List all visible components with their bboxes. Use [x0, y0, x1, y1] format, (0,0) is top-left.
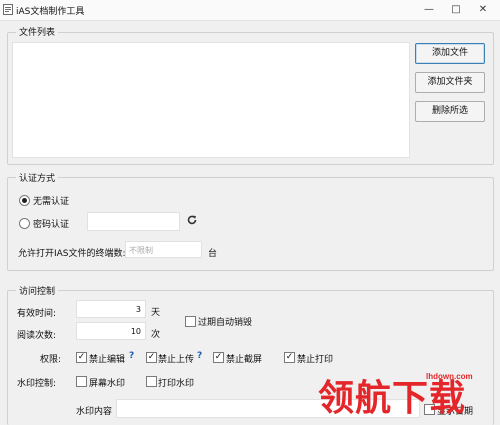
- no-upload-help-icon[interactable]: ?: [197, 351, 202, 361]
- delete-selected-button[interactable]: 删除所选: [415, 101, 485, 122]
- access-control-legend: 访问控制: [16, 284, 59, 297]
- password-input[interactable]: [87, 212, 180, 231]
- no-screenshot-label: 禁止截屏: [226, 355, 263, 365]
- password-auth-radio[interactable]: [19, 218, 30, 229]
- max-terminals-input[interactable]: 不限制: [125, 241, 202, 258]
- password-auth-label: 密码认证: [33, 220, 70, 230]
- watermark-control-label: 水印控制:: [17, 379, 57, 389]
- no-print-label: 禁止打印: [297, 355, 334, 365]
- max-terminals-unit: 台: [208, 249, 218, 259]
- refresh-icon[interactable]: [186, 214, 198, 226]
- maximize-button[interactable]: □: [445, 2, 467, 18]
- screen-watermark-checkbox[interactable]: [76, 376, 87, 387]
- max-terminals-label: 允许打开IAS文件的终端数:: [18, 249, 126, 259]
- permissions-label: 权限:: [40, 355, 62, 365]
- close-button[interactable]: ✕: [472, 2, 494, 18]
- file-list-legend: 文件列表: [16, 25, 59, 38]
- auth-legend: 认证方式: [16, 171, 59, 184]
- no-screenshot-checkbox[interactable]: ✓: [213, 352, 224, 363]
- minimize-button[interactable]: —: [418, 2, 440, 18]
- watermark-content-label: 水印内容: [76, 407, 113, 417]
- screen-watermark-label: 屏幕水印: [89, 379, 126, 389]
- no-edit-help-icon[interactable]: ?: [129, 351, 134, 361]
- no-auth-label: 无需认证: [33, 197, 70, 207]
- read-count-input[interactable]: 10: [76, 322, 146, 340]
- read-count-unit: 次: [151, 330, 161, 340]
- no-upload-label: 禁止上传: [158, 355, 195, 365]
- no-upload-checkbox[interactable]: ✓: [146, 352, 157, 363]
- valid-time-label: 有效时间:: [17, 309, 57, 319]
- print-watermark-checkbox[interactable]: [146, 376, 157, 387]
- add-file-button[interactable]: 添加文件: [415, 43, 485, 64]
- auto-destroy-checkbox[interactable]: [185, 316, 196, 327]
- no-edit-label: 禁止编辑: [89, 355, 126, 365]
- add-folder-button[interactable]: 添加文件夹: [415, 72, 485, 93]
- no-edit-checkbox[interactable]: ✓: [76, 352, 87, 363]
- auto-destroy-label: 过期自动销毁: [198, 318, 253, 328]
- print-watermark-label: 打印水印: [158, 379, 195, 389]
- app-icon: [3, 4, 13, 15]
- overlay-brand: 领航下载: [318, 378, 467, 419]
- no-auth-radio[interactable]: [19, 195, 30, 206]
- read-count-label: 阅读次数:: [17, 331, 57, 341]
- no-print-checkbox[interactable]: ✓: [284, 352, 295, 363]
- valid-time-unit: 天: [151, 308, 161, 318]
- file-list-box[interactable]: [12, 42, 410, 158]
- valid-time-input[interactable]: 3: [76, 300, 146, 318]
- window-title: iAS文档制作工具: [16, 7, 85, 17]
